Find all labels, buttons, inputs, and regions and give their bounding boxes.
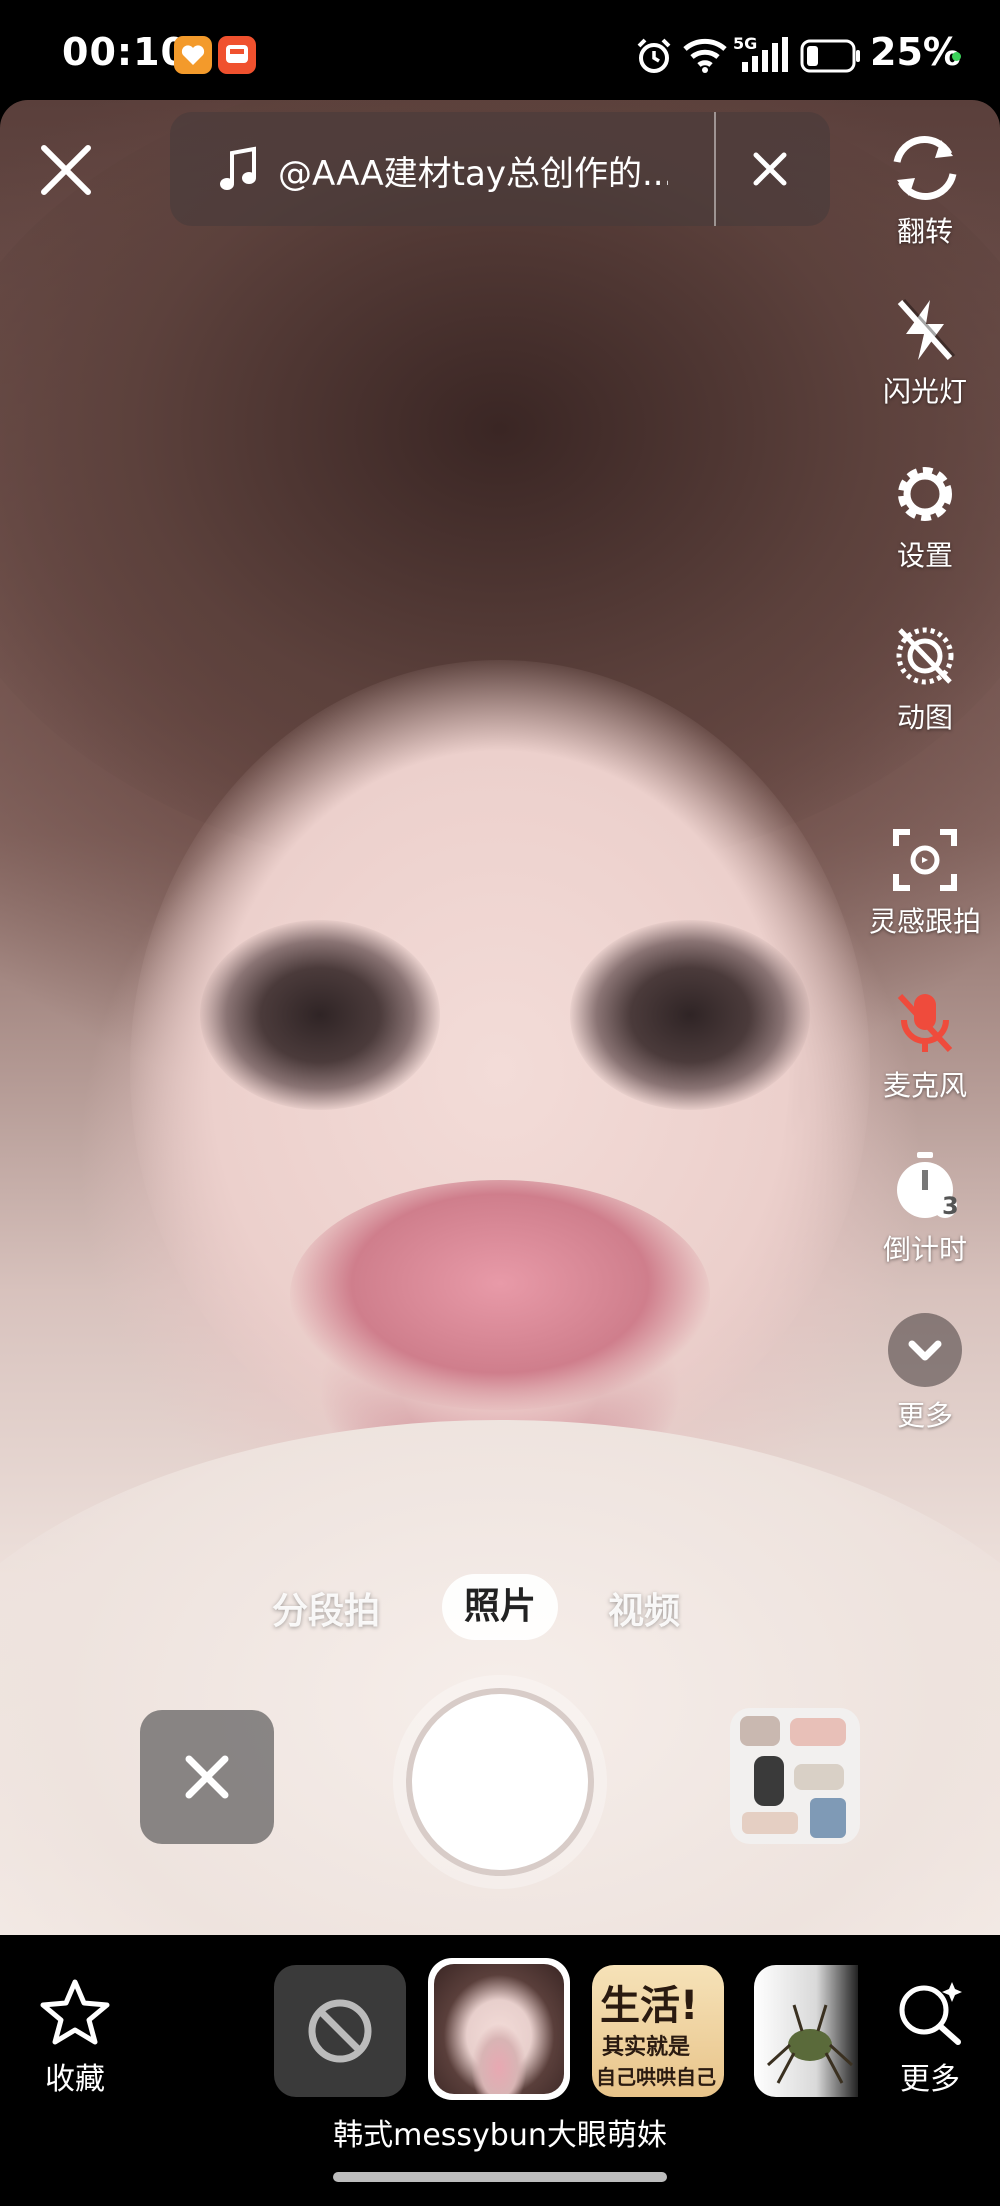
cell-signal-icon	[740, 36, 790, 78]
gallery-sticker-6	[742, 1812, 798, 1834]
lips-shape	[290, 1180, 710, 1410]
more-tools-label: 更多	[896, 1399, 953, 1432]
live-photo-button[interactable]: 动图	[860, 622, 990, 736]
app-notification-icon	[174, 36, 212, 74]
live-photo-label: 动图	[896, 701, 953, 734]
settings-gear-icon	[860, 460, 990, 528]
star-icon	[39, 1979, 111, 2050]
favorite-button[interactable]: 收藏	[30, 1978, 120, 2098]
remove-music-button[interactable]	[750, 149, 790, 193]
battery-percent: 25%	[870, 30, 961, 74]
inspiration-follow-label: 灵感跟拍	[868, 905, 981, 938]
shopping-app-notification-icon	[218, 36, 256, 74]
effect-bug[interactable]	[754, 1965, 858, 2097]
flip-camera-icon	[860, 132, 990, 204]
inspiration-follow-button[interactable]: 灵感跟拍	[860, 826, 990, 940]
flash-off-icon	[860, 296, 990, 364]
remove-effect-button[interactable]	[140, 1710, 274, 1844]
wifi-icon	[682, 36, 728, 78]
microphone-label: 麦克风	[882, 1069, 967, 1102]
close-icon	[185, 1755, 229, 1799]
more-tools-button[interactable]: 更多	[860, 1312, 990, 1434]
chevron-down-icon	[860, 1312, 990, 1388]
home-indicator[interactable]	[333, 2172, 667, 2182]
battery-icon	[800, 38, 862, 78]
favorite-label: 收藏	[45, 2062, 105, 2097]
search-sparkle-icon	[894, 1982, 966, 2050]
flip-camera-button[interactable]: 翻转	[860, 132, 990, 250]
right-eye-shape	[570, 920, 810, 1110]
effect-none[interactable]	[274, 1965, 406, 2097]
mode-photo[interactable]: 照片	[442, 1574, 558, 1640]
countdown-badge: 3	[942, 1192, 959, 1220]
left-eye-shape	[200, 920, 440, 1110]
more-effects-button[interactable]: 更多	[880, 1978, 980, 2098]
effect-name: 韩式messybun大眼萌妹	[333, 2118, 667, 2153]
close-camera-button[interactable]	[36, 140, 96, 200]
more-effects-label: 更多	[900, 2062, 960, 2097]
flash-label: 闪光灯	[882, 375, 967, 408]
charging-dot-icon	[952, 52, 961, 61]
shutter-inner	[406, 1688, 594, 1876]
gallery-sticker-2	[790, 1718, 846, 1746]
gallery-sticker-5	[810, 1798, 846, 1838]
inspiration-follow-icon	[860, 826, 990, 894]
music-note-icon	[218, 145, 262, 197]
effect-text-line-3: 自己哄哄自己	[596, 2065, 716, 2089]
alarm-icon	[634, 36, 674, 80]
microphone-off-icon	[860, 988, 990, 1058]
flash-button[interactable]: 闪光灯	[860, 296, 990, 410]
countdown-timer-icon	[860, 1150, 990, 1222]
bug-icon	[766, 2004, 854, 2084]
live-photo-off-icon	[860, 622, 990, 690]
music-divider	[714, 112, 716, 226]
gallery-sticker-1	[740, 1716, 780, 1746]
settings-button[interactable]: 设置	[860, 460, 990, 574]
settings-label: 设置	[896, 539, 953, 572]
effect-selected[interactable]	[428, 1958, 570, 2100]
no-effect-icon	[308, 1999, 372, 2063]
effect-text-line-2: 其实就是	[602, 2035, 691, 2060]
mode-segmented[interactable]: 分段拍	[272, 1582, 380, 1634]
effect-selected-thumb	[434, 1964, 564, 2094]
gallery-sticker-4	[794, 1764, 844, 1790]
shutter-button[interactable]	[393, 1675, 607, 1889]
status-time: 00:10	[62, 30, 188, 74]
gallery-thumbnail[interactable]	[730, 1708, 860, 1844]
effect-life-text[interactable]: 生活! 其实就是 自己哄哄自己	[592, 1965, 724, 2097]
microphone-button[interactable]: 麦克风	[860, 988, 990, 1104]
gallery-sticker-3	[754, 1756, 784, 1806]
camera-preview[interactable]	[0, 100, 1000, 1935]
music-selector[interactable]: @AAA建材tay总创作的...	[170, 112, 830, 226]
countdown-label: 倒计时	[882, 1233, 967, 1266]
music-title: @AAA建材tay总创作的...	[278, 154, 668, 194]
mode-video[interactable]: 视频	[608, 1582, 680, 1634]
effect-text-line-1: 生活!	[600, 1983, 699, 2029]
countdown-button[interactable]: 3 倒计时	[860, 1150, 990, 1268]
flip-camera-label: 翻转	[896, 215, 953, 248]
status-bar: 00:10 5G 25%	[0, 0, 1000, 100]
